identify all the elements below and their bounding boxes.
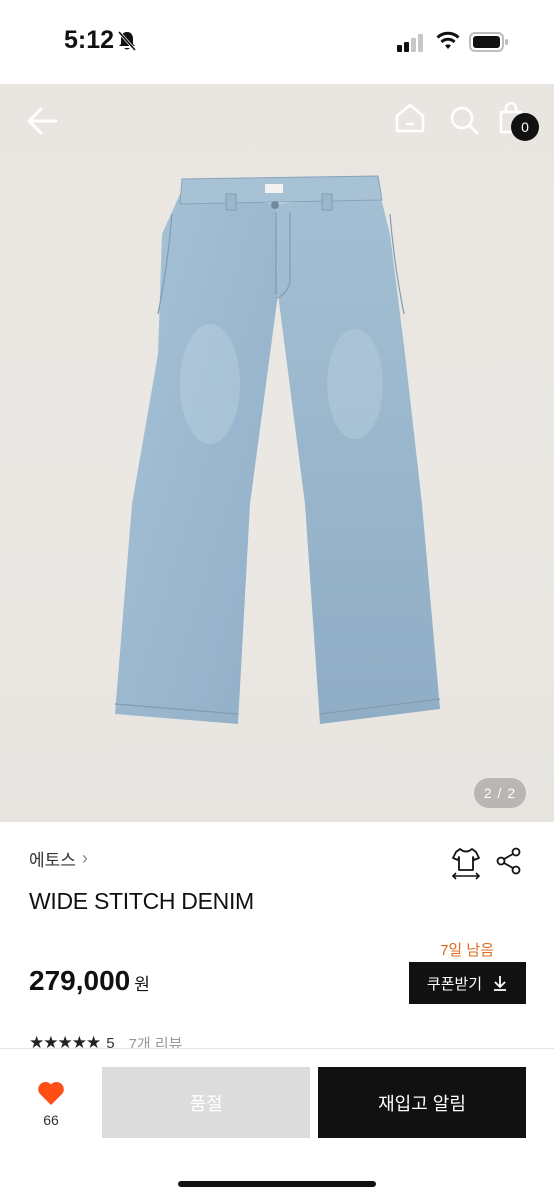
battery-icon [469,32,508,52]
get-coupon-button[interactable]: 쿠폰받기 [409,962,526,1004]
status-time: 5:12 [64,26,115,54]
cellular-signal-icon [397,34,423,52]
back-arrow-icon[interactable] [26,104,60,138]
price-currency: 원 [134,975,150,994]
coupon-button-label: 쿠폰받기 [426,975,483,993]
product-image-gallery[interactable]: 0 2 / 2 [0,84,554,822]
home-indicator [178,1181,376,1187]
bell-muted-icon [117,31,137,51]
coupon-days-left: 7일 남음 [440,942,494,959]
restock-alert-button[interactable]: 재입고 알림 [318,1067,526,1138]
chevron-right-icon: › [81,848,88,868]
wifi-icon [436,31,460,49]
brand-name: 에토스 [29,851,76,870]
cart-count-badge: 0 [511,113,539,141]
like-count: 66 [43,1112,59,1128]
share-icon[interactable] [496,847,522,875]
product-price: 279,000 원 [29,965,150,997]
price-value: 279,000 [29,965,131,996]
image-counter: 2 / 2 [474,778,526,808]
search-icon[interactable] [448,104,480,136]
product-photo-wide-denim [114,175,441,724]
sold-out-button: 품절 [102,1067,310,1138]
product-title: WIDE STITCH DENIM [29,888,254,914]
download-icon [494,976,507,991]
home-icon[interactable] [394,102,426,134]
size-fit-icon[interactable] [451,846,481,880]
status-bar: 5:12 [0,0,554,84]
heart-icon[interactable] [37,1080,65,1106]
brand-link[interactable]: 에토스 › [29,846,88,871]
